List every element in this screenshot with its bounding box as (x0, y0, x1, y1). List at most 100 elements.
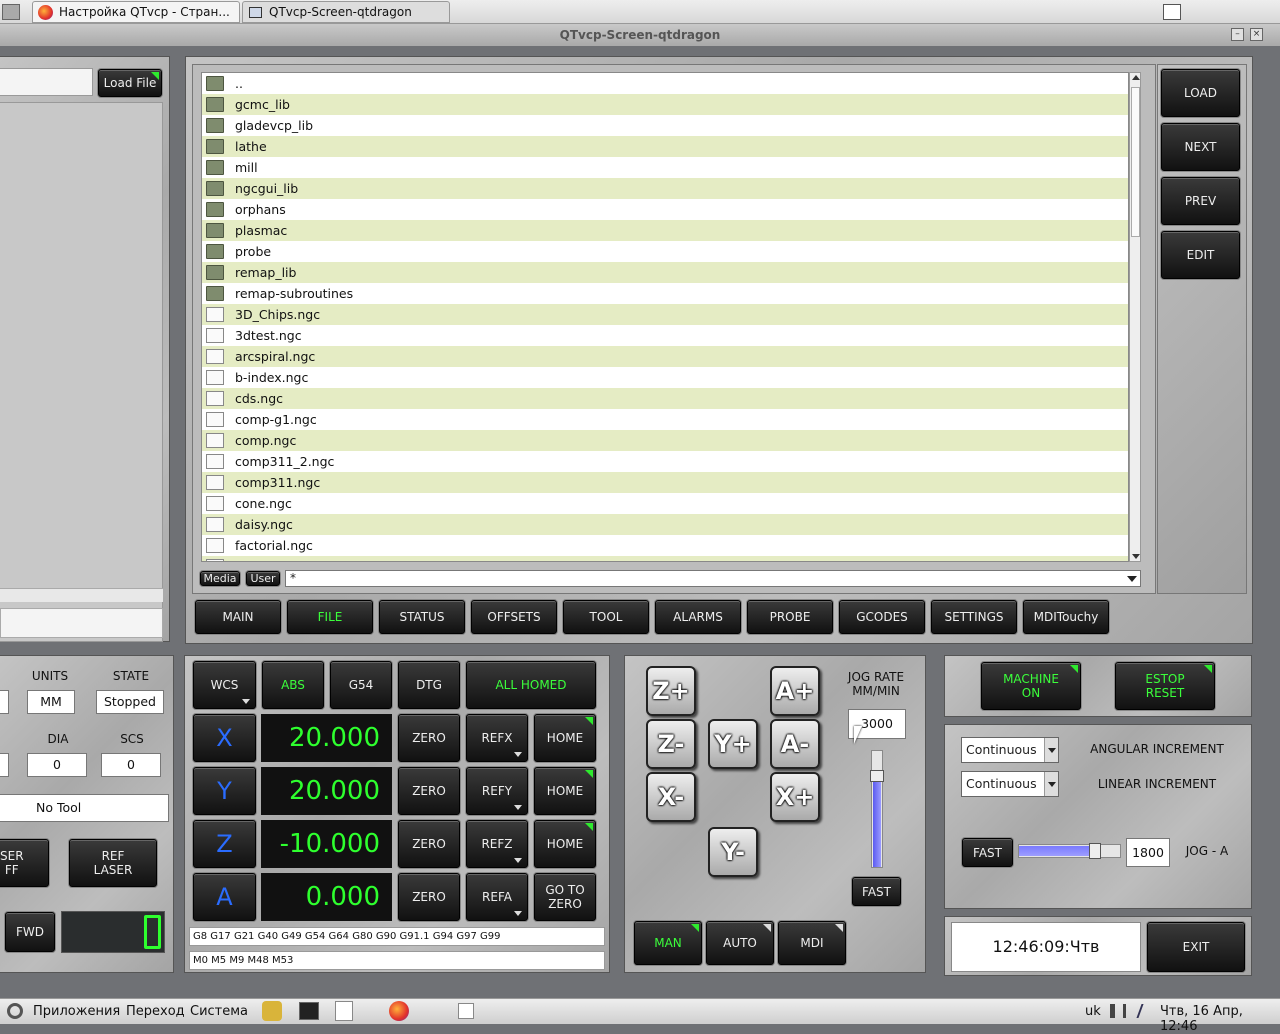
linear-increment-combo[interactable]: Continuous (961, 771, 1059, 797)
jog-z-minus-button[interactable]: Z- (646, 719, 696, 769)
angular-fast-button[interactable]: FAST (962, 838, 1013, 867)
jog-fast-button[interactable]: FAST (852, 877, 901, 906)
tab-status[interactable]: STATUS (379, 600, 465, 634)
file-path-field[interactable] (0, 68, 93, 96)
folder-row[interactable]: probe (202, 241, 1128, 262)
clock-datetime[interactable]: Чтв, 16 Апр, 12:46 (1160, 1004, 1280, 1034)
tab-settings[interactable]: SETTINGS (931, 600, 1017, 634)
window-list-icon[interactable] (458, 1003, 474, 1019)
machine-on-button[interactable]: MACHINE ON (981, 662, 1081, 710)
applications-menu[interactable]: Приложения (33, 1004, 120, 1019)
file-row[interactable]: cone.ngc (202, 493, 1128, 514)
jog-rate-slider[interactable] (870, 750, 884, 868)
fwd-button[interactable]: FWD (5, 912, 55, 952)
load-button[interactable]: LOAD (1161, 69, 1240, 117)
folder-row[interactable]: gcmc_lib (202, 94, 1128, 115)
wcs-button[interactable]: WCS (193, 661, 256, 709)
terminal-launcher-icon[interactable] (299, 1002, 319, 1020)
keyboard-layout[interactable]: uk (1085, 1004, 1101, 1019)
chevron-down-icon[interactable] (1044, 772, 1058, 796)
prev-button[interactable]: PREV (1161, 177, 1240, 225)
system-menu[interactable]: Система (190, 1004, 248, 1019)
zero-z-button[interactable]: ZERO (398, 820, 460, 868)
file-row[interactable]: comp311.ngc (202, 472, 1128, 493)
text-editor-launcher-icon[interactable] (335, 1001, 353, 1021)
tab-offsets[interactable]: OFFSETS (471, 600, 557, 634)
zero-y-button[interactable]: ZERO (398, 767, 460, 815)
jog-a-plus-button[interactable]: A+ (770, 666, 820, 716)
home-y-button[interactable]: HOME (534, 767, 596, 815)
tab-settings-page[interactable]: Настройка QTvcp - Стран... (32, 1, 240, 23)
network-icon[interactable] (1136, 1004, 1156, 1018)
zero-x-button[interactable]: ZERO (398, 714, 460, 762)
axis-z-button[interactable]: Z (193, 820, 256, 868)
horizontal-scrollbar[interactable] (0, 588, 163, 602)
file-list[interactable]: .. gcmc_lib gladevcp_lib lathe mill ngcgui_li… (201, 72, 1129, 562)
mode-mdi-button[interactable]: MDI (778, 921, 846, 965)
maximize-icon[interactable] (1163, 4, 1181, 20)
dtg-button[interactable]: DTG (398, 661, 460, 709)
estop-reset-button[interactable]: ESTOP RESET (1115, 662, 1215, 710)
ref-x-button[interactable]: REFX (466, 714, 528, 762)
folder-row[interactable]: gladevcp_lib (202, 115, 1128, 136)
folder-row[interactable]: remap-subroutines (202, 283, 1128, 304)
axis-a-button[interactable]: A (193, 873, 256, 921)
ref-y-button[interactable]: REFY (466, 767, 528, 815)
tab-alarms[interactable]: ALARMS (655, 600, 741, 634)
file-row[interactable]: comp311_2.ngc (202, 451, 1128, 472)
chevron-down-icon[interactable] (1127, 576, 1137, 582)
file-row[interactable]: comp.ngc (202, 430, 1128, 451)
file-row[interactable]: b-index.ngc (202, 367, 1128, 388)
scroll-thumb[interactable] (1131, 87, 1140, 237)
mode-man-button[interactable]: MAN (634, 921, 702, 965)
filter-field[interactable]: * (285, 570, 1141, 587)
edit-button[interactable]: EDIT (1161, 231, 1240, 279)
jog-y-plus-button[interactable]: Y+ (708, 719, 758, 769)
firefox-launcher-icon[interactable] (389, 1001, 409, 1021)
g54-button[interactable]: G54 (330, 661, 392, 709)
jog-a-slider[interactable] (1018, 843, 1121, 859)
tab-tool[interactable]: TOOL (563, 600, 649, 634)
window-menu-icon[interactable] (2, 4, 20, 20)
file-row[interactable]: comp-g1.ngc (202, 409, 1128, 430)
jog-y-minus-button[interactable]: Y- (708, 827, 758, 877)
exit-button[interactable]: EXIT (1147, 922, 1245, 972)
jog-a-slider-handle[interactable] (1089, 843, 1102, 859)
tab-gcodes[interactable]: GCODES (839, 600, 925, 634)
chevron-down-icon[interactable] (1044, 738, 1058, 762)
places-menu[interactable]: Переход (126, 1004, 185, 1019)
media-button[interactable]: Media (200, 571, 240, 586)
minimize-icon[interactable]: – (1231, 28, 1244, 41)
tab-main[interactable]: MAIN (195, 600, 281, 634)
file-row[interactable]: arcspiral.ngc (202, 346, 1128, 367)
ref-z-button[interactable]: REFZ (466, 820, 528, 868)
abs-button[interactable]: ABS (262, 661, 324, 709)
home-a-button[interactable]: GO TO ZERO (534, 873, 596, 921)
angular-increment-combo[interactable]: Continuous (961, 737, 1059, 763)
ref-a-button[interactable]: REFA (466, 873, 528, 921)
user-button[interactable]: User (246, 571, 280, 586)
folder-row[interactable]: remap_lib (202, 262, 1128, 283)
file-row[interactable]: factorial.ngc (202, 535, 1128, 556)
axis-y-button[interactable]: Y (193, 767, 256, 815)
menu-logo-icon[interactable] (7, 1003, 23, 1019)
linuxcnc-launcher-icon[interactable] (262, 1001, 282, 1021)
mode-auto-button[interactable]: AUTO (706, 921, 774, 965)
close-icon[interactable]: × (1250, 28, 1263, 41)
jog-rate-slider-handle[interactable] (870, 769, 884, 782)
file-row[interactable]: 3D_Chips.ngc (202, 304, 1128, 325)
file-row[interactable]: flowsnake.ngc (202, 556, 1128, 561)
jog-a-minus-button[interactable]: A- (770, 719, 820, 769)
next-button[interactable]: NEXT (1161, 123, 1240, 171)
file-row[interactable]: cds.ngc (202, 388, 1128, 409)
file-list-scrollbar[interactable] (1129, 72, 1141, 562)
volume-icon[interactable] (1110, 1004, 1126, 1018)
all-homed-button[interactable]: ALL HOMED (466, 661, 596, 709)
home-x-button[interactable]: HOME (534, 714, 596, 762)
tab-file[interactable]: FILE (287, 600, 373, 634)
jog-x-minus-button[interactable]: X- (646, 772, 696, 822)
zero-a-button[interactable]: ZERO (398, 873, 460, 921)
home-z-button[interactable]: HOME (534, 820, 596, 868)
file-row[interactable]: daisy.ngc (202, 514, 1128, 535)
tab-qtdragon[interactable]: QTvcp-Screen-qtdragon (242, 1, 450, 23)
